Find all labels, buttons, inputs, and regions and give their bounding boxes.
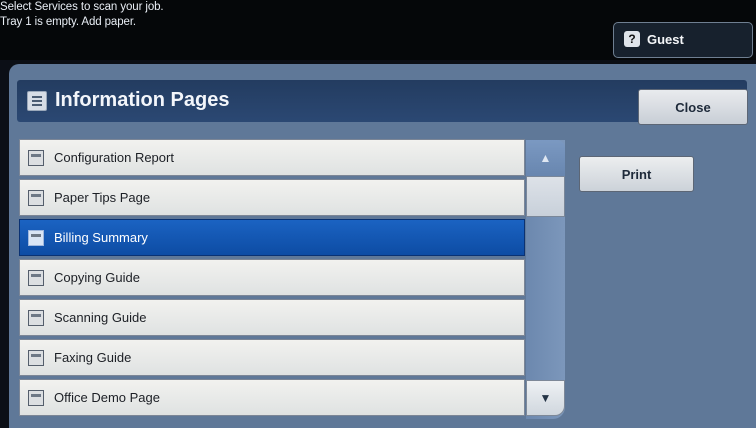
list-item-label: Billing Summary [54,230,148,245]
list-item[interactable]: Scanning Guide [19,299,525,336]
tray-warning: Tray 1 is empty. Add paper. [0,16,137,28]
document-icon [28,390,44,406]
guest-label: Guest [647,32,684,47]
user-key-icon: ? [624,31,640,47]
status-bar: Select Services to scan your job. Tray 1… [0,0,756,60]
arrow-up-icon[interactable]: ▲ [526,140,565,176]
arrow-down-icon[interactable]: ▼ [526,380,565,416]
list-item[interactable]: Paper Tips Page [19,179,525,216]
document-icon [28,350,44,366]
page-title: Information Pages [55,89,230,111]
list-item[interactable]: Office Demo Page [19,379,525,416]
list-item[interactable]: Copying Guide [19,259,525,296]
list-item-label: Office Demo Page [54,390,160,405]
guest-button[interactable]: ? Guest [613,22,753,58]
document-icon [28,310,44,326]
list-item-selected[interactable]: Billing Summary [19,219,525,256]
device-screen: Select Services to scan your job. Tray 1… [0,0,756,428]
information-pages-panel: Information Pages Close Configuration Re… [9,64,756,428]
list-item-label: Copying Guide [54,270,140,285]
list-item-label: Configuration Report [54,150,174,165]
close-button[interactable]: Close [638,89,748,125]
list-item[interactable]: Configuration Report [19,139,525,176]
document-icon [28,270,44,286]
list-item-label: Faxing Guide [54,350,132,365]
print-button[interactable]: Print [579,156,694,192]
list-scrollbar[interactable]: ▲ ▼ [526,140,565,419]
list-item-label: Paper Tips Page [54,190,151,205]
scrollbar-thumb[interactable] [526,176,565,217]
document-icon [28,190,44,206]
document-icon [28,150,44,166]
information-pages-icon [27,91,47,111]
document-icon [28,230,44,246]
status-message: Select Services to scan your job. [0,1,164,13]
list-item[interactable]: Faxing Guide [19,339,525,376]
list-item-label: Scanning Guide [54,310,147,325]
